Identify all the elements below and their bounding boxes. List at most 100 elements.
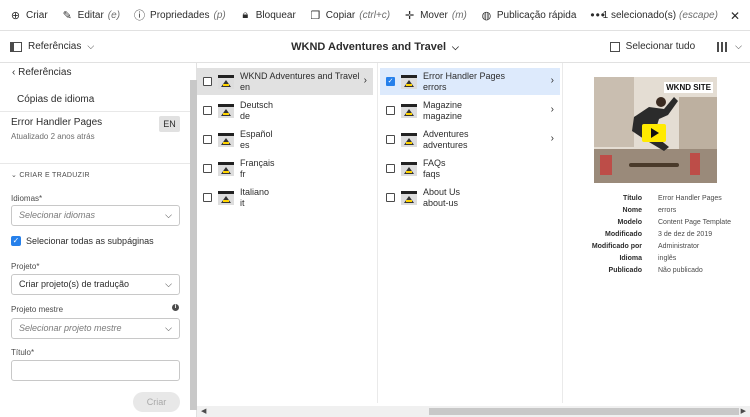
scroll-thumb[interactable] (429, 408, 739, 415)
chevron-right-icon[interactable]: › (551, 133, 554, 144)
rail-icon (10, 41, 22, 52)
master-project-select[interactable]: Selecionar projeto mestre ⌵ (11, 318, 180, 339)
item-title: Error Handler Pages (423, 70, 506, 81)
column-item-it[interactable]: Italiano it (197, 184, 373, 211)
arrow-right-icon[interactable]: ▶ (741, 406, 746, 417)
column-item-about-us[interactable]: About Us about-us (380, 184, 560, 211)
languages-label: Idiomas* (11, 194, 43, 203)
row-checkbox[interactable] (386, 106, 395, 115)
row-checkbox[interactable] (386, 135, 395, 144)
language-copies-title: Cópias de idioma (17, 94, 95, 105)
updated-text: Atualizado 2 anos atrás (11, 132, 95, 141)
metadata-value: inglês (658, 255, 677, 262)
row-checkbox[interactable] (203, 77, 212, 86)
back-to-references[interactable]: ‹ Referências (12, 67, 71, 78)
column-item-magazine[interactable]: Magazine magazine › (380, 97, 560, 124)
select-all-icon (609, 41, 620, 52)
chevron-right-icon[interactable]: › (364, 75, 367, 86)
project-label: Projeto* (11, 262, 40, 271)
row-checkbox[interactable] (203, 135, 212, 144)
lock-button[interactable]: 🔒︎ Bloquear (240, 8, 295, 22)
row-checkbox[interactable] (386, 193, 395, 202)
metadata-value: Administrator (658, 243, 700, 250)
column-item-faqs[interactable]: FAQs faqs (380, 155, 560, 182)
select-subpages-checkbox[interactable]: ✓ Selecionar todas as subpáginas (11, 236, 154, 246)
metadata-key: Nome (622, 207, 642, 214)
item-title: Français (240, 157, 275, 168)
sidebar-scrollbar[interactable] (190, 80, 197, 410)
lock-icon: 🔒︎ (242, 8, 249, 21)
create-button[interactable]: ⊕ Criar (10, 9, 48, 22)
checkmark-icon: ✓ (11, 236, 21, 246)
header-bar: WKND Adventures and Travel ⌵ Referências … (0, 31, 750, 63)
close-selection-icon[interactable]: ✕ (730, 9, 740, 23)
chevron-down-icon: ⌵ (452, 41, 459, 52)
horizontal-scrollbar[interactable]: ◀ ▶ (197, 406, 750, 417)
metadata-key: Modificado (605, 231, 642, 238)
language-badge[interactable]: EN (159, 116, 180, 132)
title-dropdown[interactable]: WKND Adventures and Travel ⌵ (291, 41, 459, 53)
item-title: Italiano (240, 186, 270, 197)
page-thumbnail-icon (401, 103, 417, 118)
item-name: about-us (423, 197, 459, 208)
move-button[interactable]: ✛ Mover (m) (404, 9, 467, 22)
column-item-fr[interactable]: Français fr (197, 155, 373, 182)
metadata-value: errors (658, 207, 677, 214)
info-icon: ⓘ (134, 10, 146, 22)
row-checkbox[interactable] (203, 164, 212, 173)
item-name: es (240, 139, 250, 150)
chevron-down-icon: ⌵ (87, 41, 95, 51)
copy-icon: ❐ (310, 9, 321, 22)
item-title: Adventures (423, 128, 469, 139)
chevron-right-icon[interactable]: › (551, 104, 554, 115)
title-input[interactable] (11, 360, 180, 381)
chevron-right-icon[interactable]: › (551, 75, 554, 86)
column-item-errors[interactable]: ✓ Error Handler Pages errors › (380, 68, 560, 95)
row-checkbox[interactable] (386, 164, 395, 173)
item-name: fr (240, 168, 246, 179)
metadata-value: 3 de dez de 2019 (658, 231, 713, 238)
properties-button[interactable]: ⓘ Propriedades (p) (134, 7, 226, 23)
logo-text: WKND SITE (664, 82, 713, 93)
metadata-value: Content Page Template (658, 219, 732, 226)
column-item-en[interactable]: WKND Adventures and Travel en › (197, 68, 373, 95)
copy-button[interactable]: ❐ Copiar (ctrl+c) (310, 9, 390, 22)
page-thumbnail-icon (218, 74, 234, 89)
page-thumbnail-icon (401, 74, 417, 89)
item-title: FAQs (423, 157, 446, 168)
column-divider (377, 63, 378, 403)
metadata-key: Publicado (608, 267, 642, 274)
rail-toggle-button[interactable]: Referências ⌵ (10, 41, 94, 52)
chevron-down-icon: ⌵ (165, 210, 172, 220)
row-checkbox[interactable]: ✓ (386, 77, 395, 86)
quick-publish-button[interactable]: ◍ Publicação rápida (481, 9, 577, 22)
chevron-down-icon: ⌵ (735, 41, 742, 51)
column-item-es[interactable]: Español es (197, 126, 373, 153)
info-icon[interactable]: i (172, 304, 179, 311)
column-item-adventures[interactable]: Adventures adventures › (380, 126, 560, 153)
select-all-button[interactable]: Selecionar tudo (609, 41, 695, 52)
item-title: Magazine (423, 99, 463, 110)
languages-select[interactable]: Selecionar idiomas ⌵ (11, 205, 180, 226)
item-title: Español (240, 128, 273, 139)
row-checkbox[interactable] (203, 193, 212, 202)
action-toolbar: ⊕ Criar ✎ Editar (e) ⓘ Propriedades (p) 🔒︎ Blo… (0, 0, 750, 31)
item-name: errors (423, 81, 447, 92)
page-thumbnail-icon (218, 161, 234, 176)
chevron-down-icon: ⌵ (165, 279, 172, 289)
create-translate-section[interactable]: ⌄ CRIAR E TRADUZIR (11, 171, 90, 179)
column-item-de[interactable]: Deutsch de (197, 97, 373, 124)
row-checkbox[interactable] (203, 106, 212, 115)
pencil-icon: ✎ (62, 9, 72, 22)
view-switcher-button[interactable]: ⌵ (717, 41, 742, 52)
item-title: WKND Adventures and Travel (240, 70, 360, 81)
edit-button[interactable]: ✎ Editar (e) (62, 9, 120, 22)
project-select[interactable]: Criar projeto(s) de tradução ⌵ (11, 274, 180, 295)
item-name: it (240, 197, 245, 208)
create-button[interactable]: Criar (133, 392, 180, 412)
metadata-value: Não publicado (658, 267, 703, 274)
column-view-icon (717, 41, 720, 52)
arrow-left-icon[interactable]: ◀ (201, 406, 206, 417)
page-thumbnail-icon (218, 132, 234, 147)
item-name: de (240, 110, 251, 121)
